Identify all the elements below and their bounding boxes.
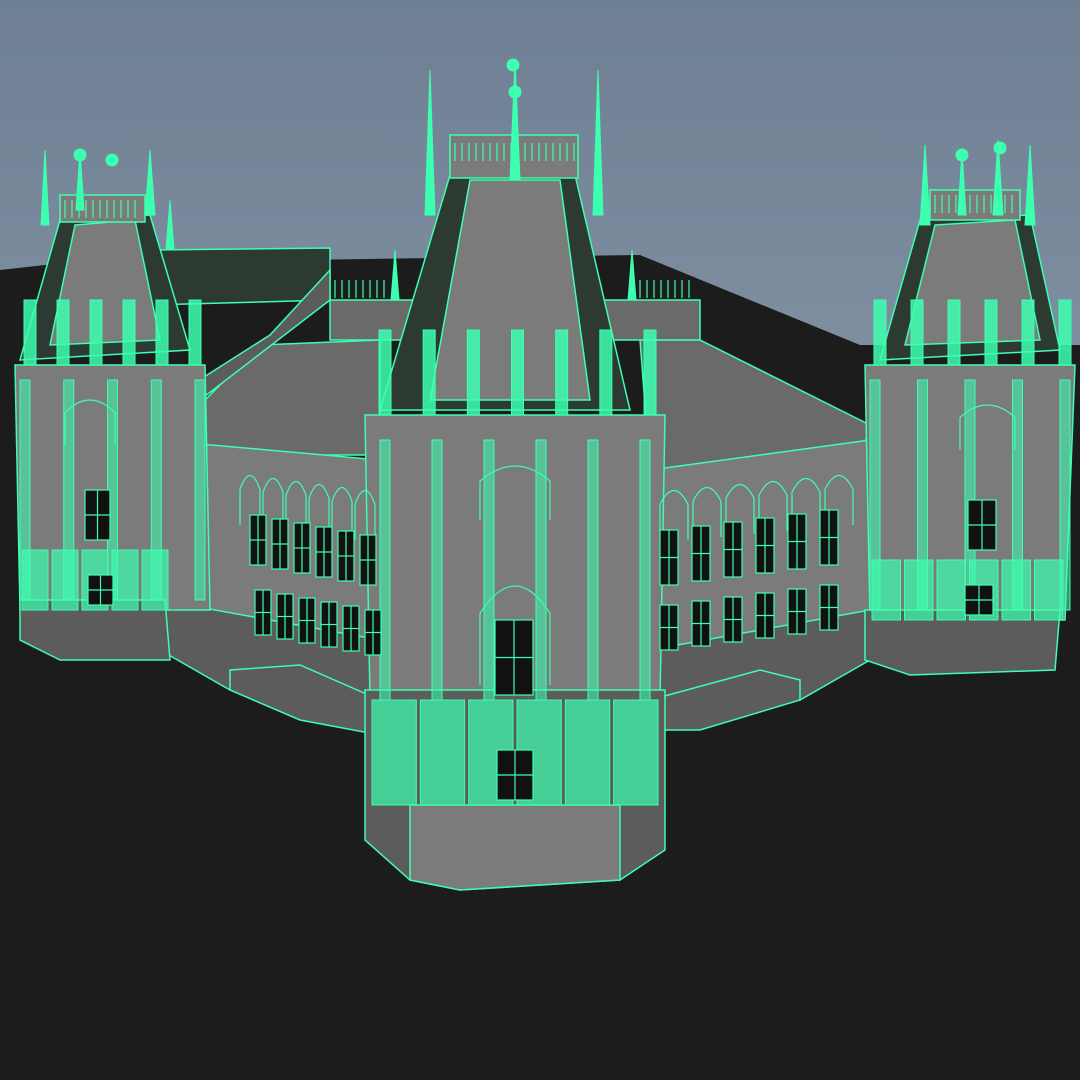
left-tower-cap [59, 194, 146, 223]
left-tower-pinnacle [188, 299, 202, 366]
3d-viewport[interactable] [0, 0, 1080, 1080]
right-tower-base-block [1001, 559, 1031, 621]
central-tower-pinnacle [466, 329, 480, 416]
right-tower-base-block [904, 559, 934, 621]
right-tower-cap [929, 189, 1021, 221]
right-tower-pinnacle [910, 299, 924, 366]
central-tower-column [587, 439, 599, 701]
right-tower-base-block [871, 559, 901, 621]
right-tower-pinnacle [984, 299, 998, 366]
central-tower-pinnacle [643, 329, 657, 416]
viewport-canvas[interactable] [0, 0, 1080, 1080]
right-tower-pinnacle [873, 299, 887, 366]
left-tower-base-block [21, 549, 49, 611]
left-tower-pinnacle [89, 299, 103, 366]
left-tower-pinnacle [122, 299, 136, 366]
central-tower-base-block [564, 699, 611, 806]
back-roof-left [149, 247, 331, 306]
left-tower-pinnacle [155, 299, 169, 366]
central-tower-base-block [419, 699, 466, 806]
left-tower-column [194, 379, 206, 601]
right-tower-base-block [936, 559, 966, 621]
central-tower-column [379, 439, 391, 701]
central-tower-pinnacle [599, 329, 613, 416]
star-finial [993, 141, 1007, 155]
star-finial [506, 58, 520, 72]
star-finial [508, 85, 522, 99]
right-tower-pinnacle [1058, 299, 1072, 366]
central-tower-pinnacle [378, 329, 392, 416]
central-tower-pinnacle [511, 329, 524, 416]
star-finial [73, 148, 87, 162]
central-tower-pinnacle [555, 329, 569, 416]
star-finial [105, 153, 119, 167]
central-tower-column [483, 439, 495, 701]
right-tower-pinnacle [947, 299, 961, 366]
right-tower-pinnacle [1021, 299, 1035, 366]
central-tower-base-front [409, 804, 621, 891]
central-tower-column [639, 439, 651, 701]
central-tower-base-block [613, 699, 659, 806]
left-tower-base-block [141, 549, 169, 611]
left-tower-pinnacle [23, 299, 37, 366]
central-tower-column [431, 439, 443, 701]
left-tower-pinnacle [56, 299, 70, 366]
left-tower-base-block [51, 549, 79, 611]
right-tower-base-block [1034, 559, 1064, 621]
left-tower-base-block [111, 549, 139, 611]
star-finial [955, 148, 969, 162]
central-tower-pinnacle [422, 329, 436, 416]
central-tower-column [535, 439, 547, 701]
central-tower-base-block [371, 699, 417, 806]
